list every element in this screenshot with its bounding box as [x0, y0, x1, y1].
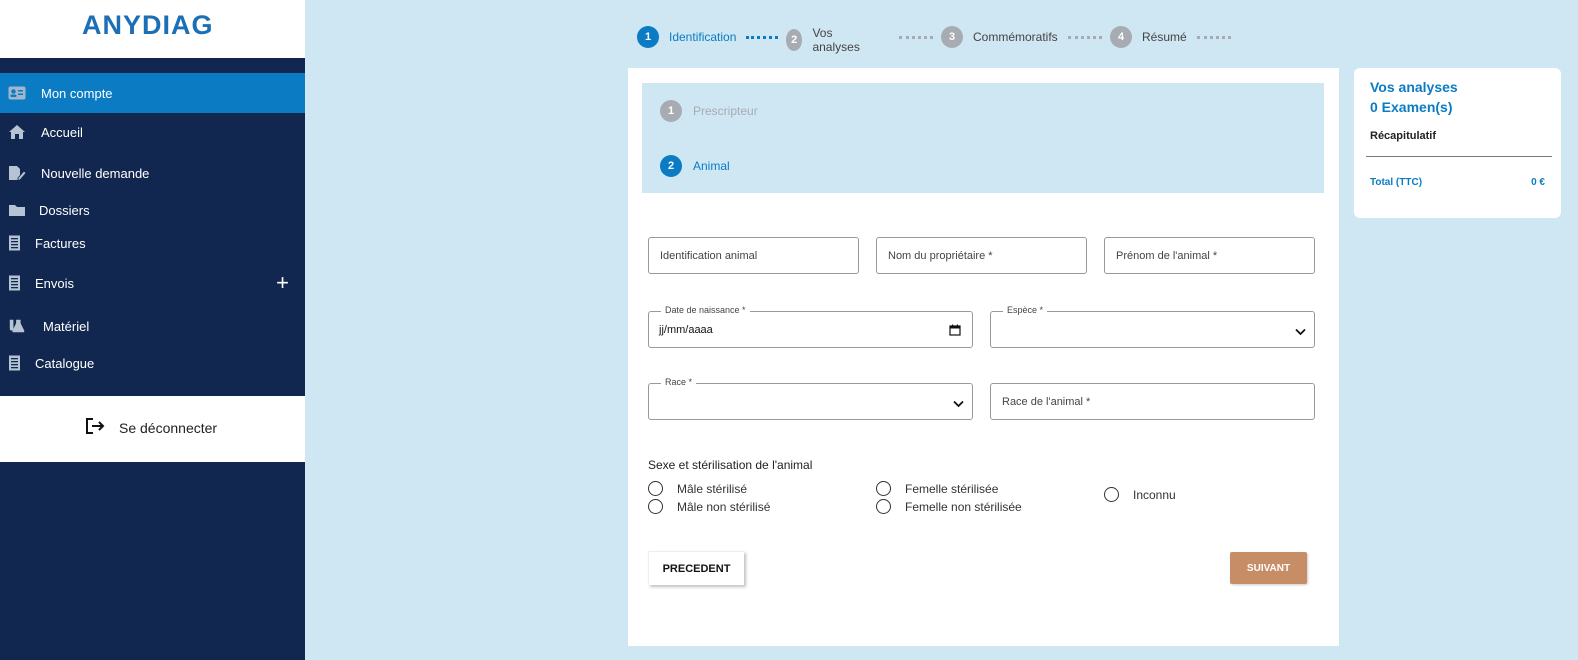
sidebar-item-materiel[interactable]: Matériel: [0, 312, 305, 340]
step-connector: [1068, 36, 1102, 39]
step-number: 4: [1110, 26, 1132, 48]
radio-femelle-sterilisee[interactable]: Femelle stérilisée: [876, 481, 998, 496]
substep-label: Prescripteur: [693, 104, 758, 118]
folder-icon: [8, 202, 26, 218]
previous-button[interactable]: PRECEDENT: [648, 551, 744, 585]
substep-prescripteur[interactable]: 1 Prescripteur: [660, 100, 758, 122]
sidebar-item-catalogue[interactable]: Catalogue: [0, 349, 305, 377]
radio-femelle-non-sterilisee[interactable]: Femelle non stérilisée: [876, 499, 1022, 514]
step-label: Identification: [669, 30, 737, 44]
sex-section-title: Sexe et stérilisation de l'animal: [648, 458, 813, 472]
calendar-icon[interactable]: [949, 324, 961, 339]
logout-icon: [85, 417, 105, 438]
radio-circle[interactable]: [1104, 487, 1119, 502]
radio-circle[interactable]: [876, 481, 891, 496]
receipt-icon: [6, 275, 24, 291]
step-connector: [899, 36, 933, 39]
expand-plus-icon[interactable]: +: [276, 272, 289, 294]
field-label: Espèce *: [1003, 305, 1048, 315]
date-placeholder: jj/mm/aaaa: [659, 324, 713, 336]
input-placeholder: Nom du propriétaire *: [888, 250, 993, 262]
id-card-icon: [8, 85, 26, 101]
receipt-icon: [6, 235, 24, 251]
step-identification[interactable]: 1 Identification: [637, 26, 736, 48]
race-select[interactable]: Race *: [648, 377, 973, 420]
step-number: 3: [941, 26, 963, 48]
step-label: Commémoratifs: [973, 30, 1058, 44]
substep-number: 1: [660, 100, 682, 122]
logout-button[interactable]: Se déconnecter: [0, 396, 305, 462]
sidebar-item-label: Nouvelle demande: [41, 165, 150, 181]
radio-label: Mâle stérilisé: [677, 481, 748, 496]
next-button[interactable]: SUIVANT: [1230, 552, 1307, 584]
step-resume[interactable]: 4 Résumé: [1110, 26, 1187, 48]
owner-name-input[interactable]: Nom du propriétaire *: [876, 237, 1087, 274]
flask-icon: [8, 318, 26, 334]
summary-total-label: Total (TTC): [1370, 177, 1423, 188]
radio-male-sterilise[interactable]: Mâle stérilisé: [648, 481, 747, 496]
step-label: Résumé: [1142, 30, 1187, 44]
identification-animal-input[interactable]: Identification animal: [648, 237, 859, 274]
field-label: Date de naissance *: [661, 305, 750, 315]
home-icon: [8, 124, 26, 140]
analyses-summary-panel: Vos analyses 0 Examen(s) Récapitulatif T…: [1354, 68, 1561, 218]
radio-circle[interactable]: [648, 499, 663, 514]
logout-label: Se déconnecter: [119, 420, 218, 436]
species-select[interactable]: Espèce *: [990, 305, 1315, 348]
radio-circle[interactable]: [648, 481, 663, 496]
radio-label: Inconnu: [1133, 487, 1176, 502]
radio-label: Femelle non stérilisée: [905, 499, 1022, 514]
input-placeholder: Identification animal: [660, 250, 758, 262]
sidebar-item-label: Dossiers: [39, 202, 90, 218]
step-connector: [1197, 36, 1231, 39]
animal-firstname-input[interactable]: Prénom de l'animal *: [1104, 237, 1315, 274]
input-placeholder: Prénom de l'animal *: [1116, 250, 1218, 262]
substep-panel: 1 Prescripteur 2 Animal: [642, 83, 1324, 193]
sidebar-item-label: Mon compte: [41, 85, 113, 101]
field-label: Race *: [661, 377, 697, 387]
sidebar-item-label: Envois: [35, 275, 75, 291]
substep-number: 2: [660, 155, 682, 177]
summary-title: Vos analyses: [1370, 79, 1458, 95]
step-label: Vos analyses: [812, 26, 860, 54]
sidebar-item-label: Factures: [35, 235, 86, 251]
radio-inconnu[interactable]: Inconnu: [1104, 487, 1176, 502]
radio-label: Femelle stérilisée: [905, 481, 999, 496]
step-number: 2: [786, 29, 803, 51]
radio-male-non-sterilise[interactable]: Mâle non stérilisé: [648, 499, 770, 514]
summary-total-value: 0 €: [1531, 177, 1545, 188]
chevron-down-icon: [1295, 325, 1306, 339]
edit-document-icon: [8, 165, 26, 181]
step-connector: [746, 36, 778, 39]
summary-divider: [1366, 156, 1552, 157]
step-number: 1: [637, 26, 659, 48]
receipt-icon: [6, 355, 24, 371]
substep-animal[interactable]: 2 Animal: [660, 155, 730, 177]
sidebar-item-label: Matériel: [43, 318, 90, 334]
sidebar-item-nouvelle-demande[interactable]: Nouvelle demande: [0, 159, 305, 187]
step-vos-analyses[interactable]: 2 Vos analyses: [786, 26, 865, 54]
sidebar-item-mon-compte[interactable]: Mon compte: [0, 73, 305, 113]
summary-exam-count: 0 Examen(s): [1370, 99, 1453, 115]
substep-label: Animal: [693, 159, 730, 173]
sidebar-item-accueil[interactable]: Accueil: [0, 118, 305, 146]
sidebar-item-label: Catalogue: [35, 355, 95, 371]
sidebar-item-factures[interactable]: Factures: [0, 229, 305, 257]
input-placeholder: Race de l'animal *: [1002, 396, 1091, 408]
sidebar-item-envois[interactable]: Envois +: [0, 269, 305, 297]
chevron-down-icon: [953, 397, 964, 411]
sidebar: ANYDIAG Mon compte Accueil Nouvelle dema…: [0, 0, 305, 660]
logo-area: ANYDIAG: [0, 0, 305, 58]
race-animal-input[interactable]: Race de l'animal *: [990, 383, 1315, 420]
brand-logo[interactable]: ANYDIAG: [82, 10, 214, 41]
sidebar-item-dossiers[interactable]: Dossiers: [0, 196, 305, 224]
animal-form-card: 1 Prescripteur 2 Animal Identification a…: [628, 68, 1339, 646]
radio-label: Mâle non stérilisé: [677, 499, 771, 514]
radio-circle[interactable]: [876, 499, 891, 514]
step-commemoratifs[interactable]: 3 Commémoratifs: [941, 26, 1058, 48]
sidebar-item-label: Accueil: [41, 124, 83, 140]
birthdate-input[interactable]: Date de naissance * jj/mm/aaaa: [648, 305, 973, 348]
summary-recap-label: Récapitulatif: [1370, 130, 1437, 142]
